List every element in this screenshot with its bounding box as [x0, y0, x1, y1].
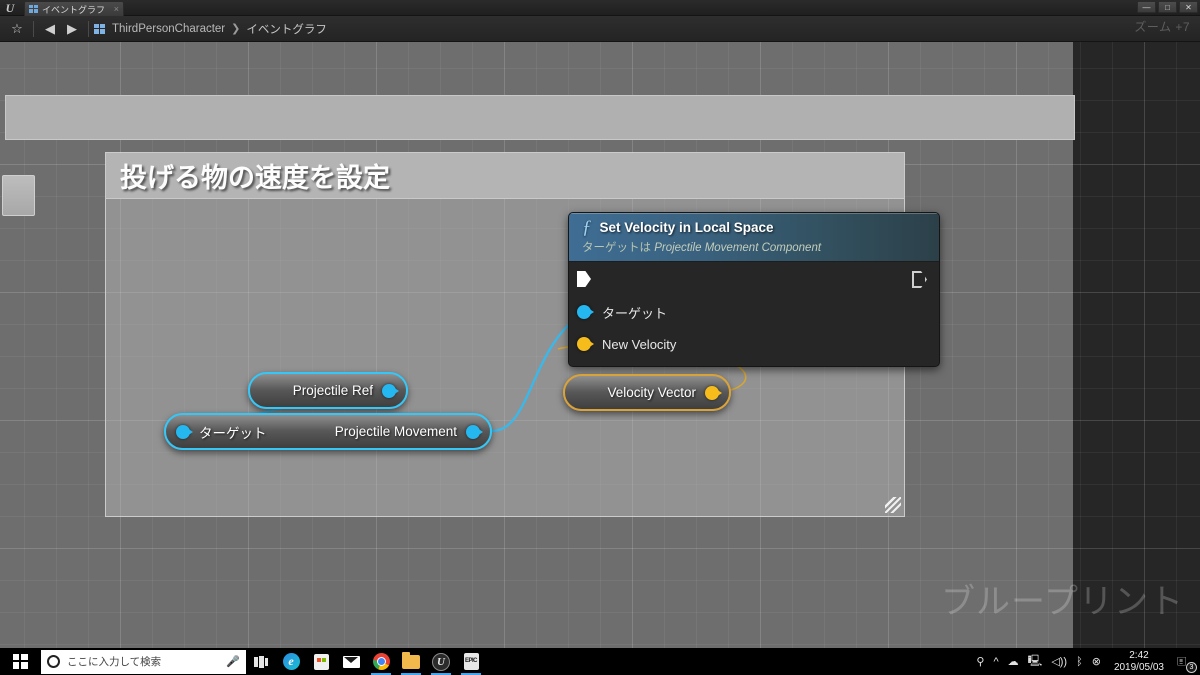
- power-icon[interactable]: ⊗: [1092, 655, 1101, 668]
- vector-output-pin-icon[interactable]: [705, 385, 722, 400]
- tab-label: イベントグラフ: [42, 4, 106, 15]
- comment-box-upper[interactable]: [5, 95, 1075, 140]
- node-input-label: ターゲット: [199, 425, 267, 441]
- window-titlebar: U イベントグラフ × — □ ✕: [0, 0, 1200, 16]
- node-label: Velocity Vector: [607, 385, 696, 400]
- forward-arrow-icon[interactable]: ▶: [61, 18, 83, 40]
- edge-button[interactable]: e: [276, 648, 306, 675]
- node-output-label: Projectile Movement: [334, 424, 457, 439]
- chrome-icon: [372, 653, 390, 670]
- node-subtitle: ターゲットは Projectile Movement Component: [579, 239, 929, 255]
- notification-center-icon[interactable]: 🗉 3: [1177, 653, 1197, 673]
- minimize-button[interactable]: —: [1137, 1, 1156, 13]
- comment-box-header[interactable]: 投げる物の速度を設定: [106, 153, 904, 199]
- epic-games-icon: EPIC: [463, 653, 479, 670]
- notification-count-badge: 3: [1186, 662, 1197, 673]
- system-tray: ⚲ ^ ☁ 🖳 ◁)) ᛒ ⊗ 2:42 2019/05/03 🗉 3: [976, 650, 1200, 674]
- edge-icon: e: [282, 653, 300, 670]
- windows-start-icon: [12, 654, 28, 669]
- object-output-pin-icon[interactable]: [466, 424, 483, 439]
- mail-icon: [342, 655, 360, 668]
- breadcrumb-root[interactable]: ThirdPersonCharacter: [112, 23, 225, 35]
- input-pin-new-velocity[interactable]: New Velocity: [569, 328, 939, 360]
- file-explorer-icon: [402, 651, 420, 669]
- toolbar-divider: [33, 20, 34, 37]
- event-graph-canvas[interactable]: 投げる物の速度を設定 ƒ Set Velocity in Local Space…: [0, 42, 1200, 648]
- blueprint-watermark: ブループリント: [941, 583, 1184, 621]
- node-header[interactable]: ƒ Set Velocity in Local Space ターゲットは Pro…: [569, 213, 939, 262]
- node-subtitle-target: Projectile Movement Component: [654, 242, 822, 254]
- zoom-level-label: ズーム +7: [1134, 20, 1190, 34]
- tab-event-graph[interactable]: イベントグラフ ×: [24, 1, 124, 16]
- node-subtitle-prefix: ターゲットは: [582, 242, 655, 254]
- unreal-engine-icon: U: [432, 652, 450, 671]
- node-label: Projectile Ref: [292, 383, 373, 398]
- file-explorer-button[interactable]: [396, 648, 426, 675]
- microphone-icon[interactable]: 🎤: [226, 655, 240, 668]
- clock-time: 2:42: [1129, 649, 1149, 661]
- function-icon: ƒ: [582, 217, 592, 238]
- favorite-star-icon[interactable]: ☆: [6, 18, 28, 40]
- breadcrumb-separator-icon: ❯: [231, 23, 241, 35]
- onedrive-icon[interactable]: ☁: [1008, 655, 1019, 668]
- node-velocity-vector[interactable]: Velocity Vector: [563, 374, 731, 411]
- object-input-pin-icon[interactable]: [176, 424, 193, 439]
- node-body: ターゲット New Velocity: [569, 262, 939, 366]
- microsoft-store-icon: [313, 653, 329, 670]
- pen-icon[interactable]: ⚲: [976, 655, 984, 668]
- node-title: Set Velocity in Local Space: [599, 220, 774, 235]
- taskbar-search[interactable]: ここに入力して検索 🎤: [41, 649, 246, 674]
- close-icon[interactable]: ×: [114, 4, 119, 14]
- node-projectile-movement[interactable]: ターゲット Projectile Movement: [164, 413, 492, 450]
- search-placeholder: ここに入力して検索: [67, 656, 162, 668]
- object-output-pin-icon[interactable]: [382, 383, 399, 398]
- store-button[interactable]: [306, 648, 336, 675]
- exec-in-pin-icon[interactable]: [577, 271, 591, 287]
- mail-button[interactable]: [336, 648, 366, 675]
- back-arrow-icon[interactable]: ◀: [39, 18, 61, 40]
- resize-grip-icon[interactable]: [885, 497, 901, 513]
- input-pin-target[interactable]: ターゲット: [569, 296, 939, 328]
- maximize-button[interactable]: □: [1158, 1, 1177, 13]
- taskbar-clock[interactable]: 2:42 2019/05/03: [1110, 650, 1168, 674]
- volume-icon[interactable]: ◁)): [1051, 655, 1067, 668]
- screen: U イベントグラフ × — □ ✕ ☆ ◀ ▶ ThirdPersonChara…: [0, 0, 1200, 675]
- bluetooth-icon[interactable]: ᛒ: [1076, 656, 1083, 668]
- breadcrumb-toolbar: ☆ ◀ ▶ ThirdPersonCharacter ❯ イベントグラフ: [0, 16, 1200, 42]
- node-projectile-ref[interactable]: Projectile Ref: [248, 372, 408, 409]
- windows-taskbar: ここに入力して検索 🎤 e U EPIC ⚲ ^ ☁ 🖳 ◁)) ᛒ ⊗ 2:4…: [0, 648, 1200, 675]
- chrome-button[interactable]: [366, 648, 396, 675]
- pin-label: New Velocity: [602, 336, 677, 352]
- exec-pin-row: [569, 262, 939, 296]
- blueprint-grid-icon: [29, 5, 38, 13]
- comment-title: 投げる物の速度を設定: [120, 163, 390, 193]
- epic-games-button[interactable]: EPIC: [456, 648, 486, 675]
- start-button[interactable]: [0, 648, 40, 675]
- clock-date: 2019/05/03: [1113, 661, 1164, 673]
- exec-out-pin-icon[interactable]: [912, 271, 927, 288]
- node-set-velocity-in-local-space[interactable]: ƒ Set Velocity in Local Space ターゲットは Pro…: [568, 212, 940, 367]
- vector-pin-icon[interactable]: [577, 337, 594, 351]
- show-hidden-icons-chevron-icon[interactable]: ^: [993, 656, 998, 668]
- object-pin-icon[interactable]: [577, 305, 594, 319]
- blueprint-grid-icon: [94, 23, 105, 34]
- network-icon[interactable]: 🖳: [1028, 652, 1043, 671]
- unreal-engine-button[interactable]: U: [426, 648, 456, 675]
- unreal-engine-logo-icon: U: [5, 1, 15, 15]
- breadcrumb-current[interactable]: イベントグラフ: [246, 21, 327, 37]
- close-button[interactable]: ✕: [1179, 1, 1198, 13]
- task-view-icon: [254, 655, 268, 668]
- toolbar-divider: [88, 20, 89, 37]
- window-controls: — □ ✕: [1137, 1, 1198, 13]
- node-fragment-left[interactable]: [2, 175, 35, 216]
- cortana-circle-icon: [47, 655, 60, 668]
- pin-label: ターゲット: [602, 305, 668, 321]
- task-view-button[interactable]: [246, 648, 276, 675]
